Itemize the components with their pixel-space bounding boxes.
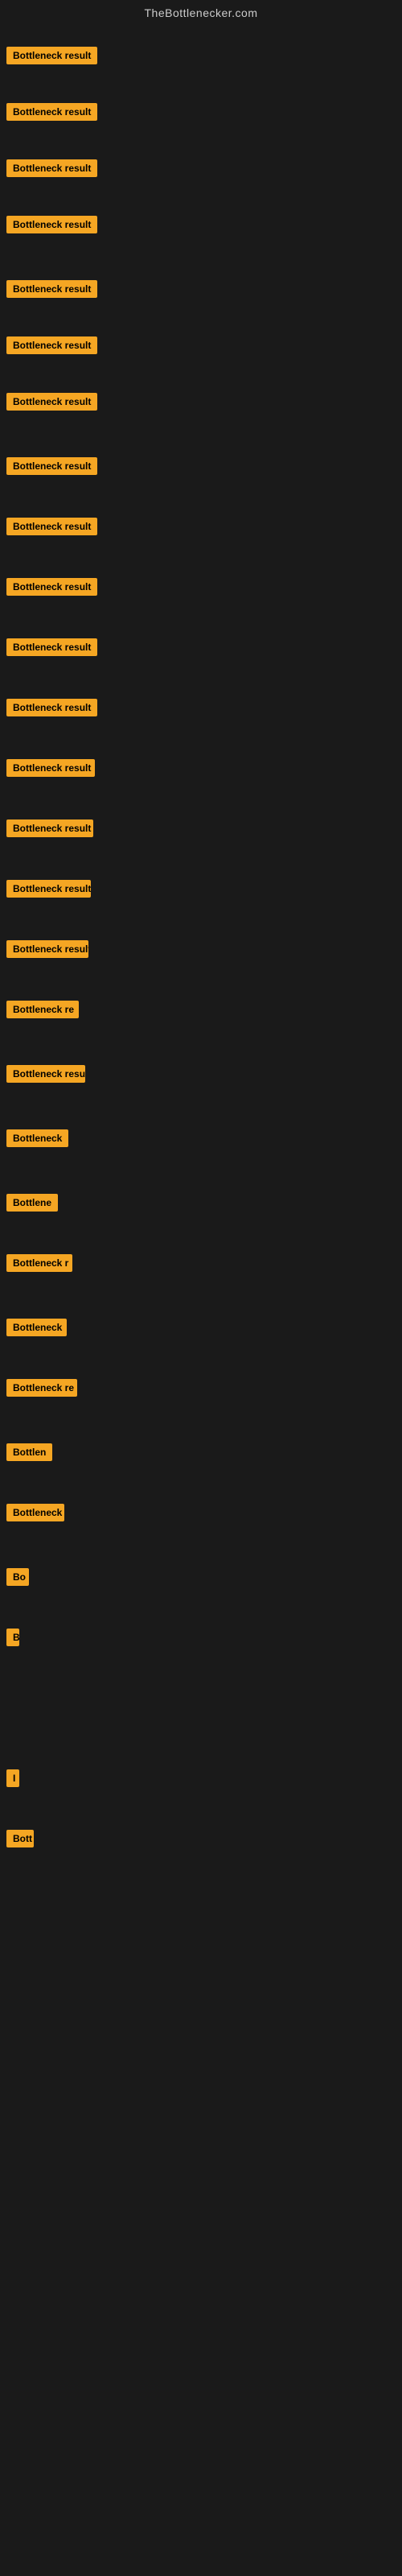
bottleneck-item-12: Bottleneck result xyxy=(6,699,97,720)
bottleneck-item-26: Bo xyxy=(6,1568,29,1590)
bottleneck-badge-2[interactable]: Bottleneck result xyxy=(6,103,97,121)
bottleneck-badge-5[interactable]: Bottleneck result xyxy=(6,280,97,298)
bottleneck-badge-21[interactable]: Bottleneck r xyxy=(6,1254,72,1272)
bottleneck-item-30: Bott xyxy=(6,1830,34,1852)
bottleneck-item-4: Bottleneck result xyxy=(6,216,97,237)
bottleneck-item-20: Bottlene xyxy=(6,1194,58,1216)
bottleneck-item-15: Bottleneck result xyxy=(6,880,91,902)
bottleneck-item-5: Bottleneck result xyxy=(6,280,97,302)
bottleneck-badge-22[interactable]: Bottleneck xyxy=(6,1319,67,1336)
bottleneck-badge-19[interactable]: Bottleneck xyxy=(6,1129,68,1147)
bottleneck-badge-23[interactable]: Bottleneck re xyxy=(6,1379,77,1397)
bottleneck-item-24: Bottlen xyxy=(6,1443,52,1465)
bottleneck-badge-30[interactable]: Bott xyxy=(6,1830,34,1847)
bottleneck-badge-10[interactable]: Bottleneck result xyxy=(6,578,97,596)
bottleneck-badge-17[interactable]: Bottleneck re xyxy=(6,1001,79,1018)
site-title: TheBottlenecker.com xyxy=(0,0,402,23)
bottleneck-badge-4[interactable]: Bottleneck result xyxy=(6,216,97,233)
bottleneck-badge-6[interactable]: Bottleneck result xyxy=(6,336,97,354)
bottleneck-item-17: Bottleneck re xyxy=(6,1001,79,1022)
bottleneck-badge-9[interactable]: Bottleneck result xyxy=(6,518,97,535)
bottleneck-badge-7[interactable]: Bottleneck result xyxy=(6,393,97,411)
bottleneck-badge-3[interactable]: Bottleneck result xyxy=(6,159,97,177)
bottleneck-item-11: Bottleneck result xyxy=(6,638,97,660)
bottleneck-badge-18[interactable]: Bottleneck resul xyxy=(6,1065,85,1083)
bottleneck-item-21: Bottleneck r xyxy=(6,1254,72,1276)
bottleneck-badge-24[interactable]: Bottlen xyxy=(6,1443,52,1461)
bottleneck-badge-13[interactable]: Bottleneck result xyxy=(6,759,95,777)
bottleneck-badge-8[interactable]: Bottleneck result xyxy=(6,457,97,475)
bottleneck-badge-12[interactable]: Bottleneck result xyxy=(6,699,97,716)
bottleneck-item-1: Bottleneck result xyxy=(6,47,97,68)
bottleneck-badge-25[interactable]: Bottleneck xyxy=(6,1504,64,1521)
bottleneck-item-23: Bottleneck re xyxy=(6,1379,77,1401)
bottleneck-item-18: Bottleneck resul xyxy=(6,1065,85,1087)
bottleneck-item-8: Bottleneck result xyxy=(6,457,97,479)
bottleneck-badge-16[interactable]: Bottleneck result xyxy=(6,940,88,958)
bottleneck-badge-15[interactable]: Bottleneck result xyxy=(6,880,91,898)
bottleneck-item-14: Bottleneck result xyxy=(6,819,93,841)
bottleneck-item-3: Bottleneck result xyxy=(6,159,97,181)
bottleneck-badge-1[interactable]: Bottleneck result xyxy=(6,47,97,64)
bottleneck-item-6: Bottleneck result xyxy=(6,336,97,358)
items-container: Bottleneck result Bottleneck result Bottle… xyxy=(0,23,402,2438)
bottleneck-item-22: Bottleneck xyxy=(6,1319,67,1340)
bottleneck-badge-27[interactable]: B xyxy=(6,1629,19,1646)
bottleneck-item-2: Bottleneck result xyxy=(6,103,97,125)
bottleneck-item-16: Bottleneck result xyxy=(6,940,88,962)
bottleneck-badge-11[interactable]: Bottleneck result xyxy=(6,638,97,656)
bottleneck-item-29: I xyxy=(6,1769,19,1791)
bottleneck-item-10: Bottleneck result xyxy=(6,578,97,600)
bottleneck-item-27: B xyxy=(6,1629,19,1650)
page-container: TheBottlenecker.com Bottleneck resultBot… xyxy=(0,0,402,2576)
bottleneck-badge-14[interactable]: Bottleneck result xyxy=(6,819,93,837)
bottleneck-item-19: Bottleneck xyxy=(6,1129,68,1151)
bottleneck-badge-26[interactable]: Bo xyxy=(6,1568,29,1586)
bottleneck-item-25: Bottleneck xyxy=(6,1504,64,1525)
bottleneck-badge-20[interactable]: Bottlene xyxy=(6,1194,58,1212)
bottleneck-item-9: Bottleneck result xyxy=(6,518,97,539)
bottleneck-badge-29[interactable]: I xyxy=(6,1769,19,1787)
bottleneck-item-7: Bottleneck result xyxy=(6,393,97,415)
bottleneck-item-13: Bottleneck result xyxy=(6,759,95,781)
